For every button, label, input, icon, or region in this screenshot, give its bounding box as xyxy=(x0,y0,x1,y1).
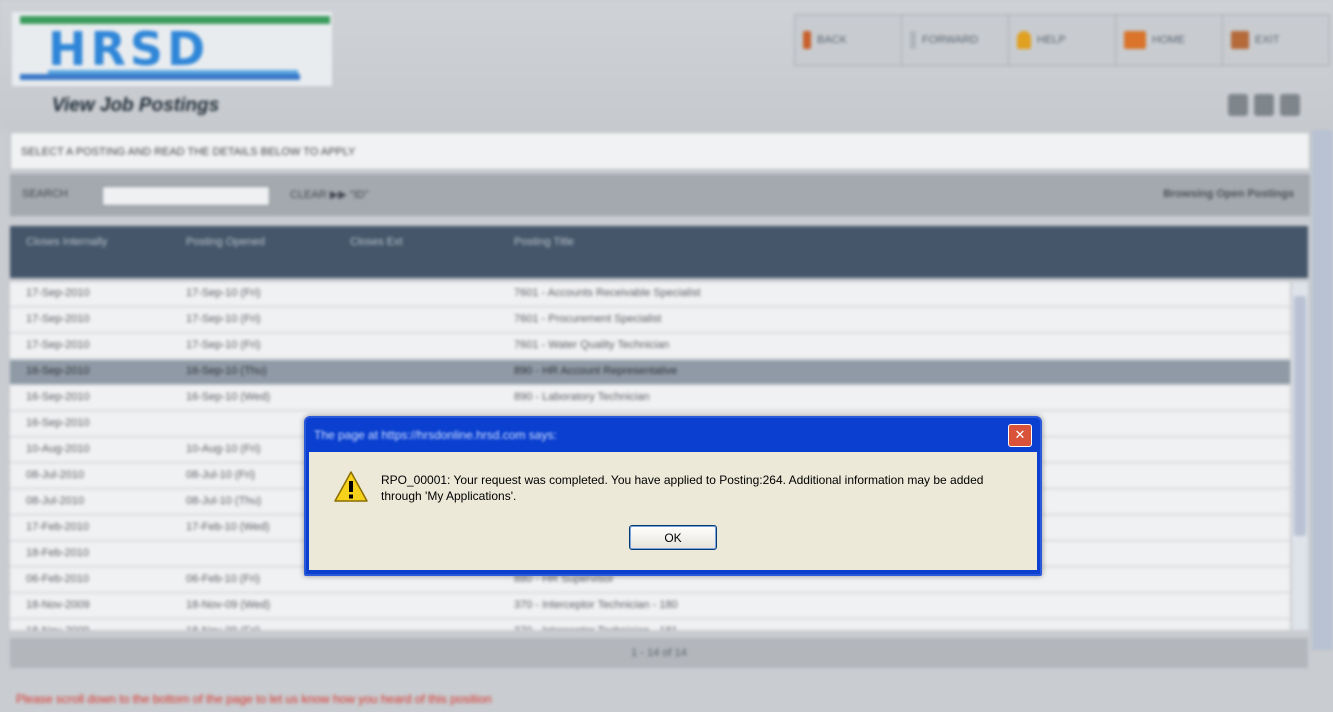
table-cell: 18-Nov-09 (Fri) xyxy=(186,625,261,630)
table-cell: 7601 - Water Quality Technician xyxy=(514,339,670,351)
table-cell: 370 - Interceptor Technician - 181 xyxy=(514,625,678,630)
table-row[interactable]: 18-Nov-2009 18-Nov-09 (Wed) 370 - Intercep… xyxy=(10,594,1290,619)
footer-note: Please scroll down to the bottom of the … xyxy=(16,692,492,706)
table-cell: 890 - HR Account Representative xyxy=(514,365,678,377)
table-cell: 17-Sep-10 (Fri) xyxy=(186,339,261,351)
table-row[interactable]: 17-Sep-2010 17-Sep-10 (Fri) 7601 - Account… xyxy=(10,282,1290,307)
table-cell: 17-Sep-2010 xyxy=(26,339,90,351)
table-row[interactable]: 16-Sep-2010 16-Sep-10 (Thu) 890 - HR Accou… xyxy=(10,360,1290,385)
help-icon xyxy=(1017,31,1031,49)
top-nav: BACK FORWARD HELP HOME EXIT xyxy=(794,14,1330,66)
table-cell: 16-Sep-2010 xyxy=(26,417,90,429)
user-icon[interactable] xyxy=(1280,94,1300,116)
close-icon[interactable]: ✕ xyxy=(1008,424,1032,447)
toolbar-icons xyxy=(1228,94,1300,116)
table-cell: 08-Jul-2010 xyxy=(26,469,85,481)
table-cell: 06-Feb-2010 xyxy=(26,573,89,585)
table-cell: 16-Sep-10 (Wed) xyxy=(186,391,271,403)
nav-home-button[interactable]: HOME xyxy=(1116,15,1223,65)
table-cell: 17-Sep-10 (Fri) xyxy=(186,313,261,325)
table-cell: 18-Nov-2009 xyxy=(26,599,90,611)
table-cell: 18-Feb-2010 xyxy=(26,547,89,559)
table-row[interactable]: 18-Nov-2009 18-Nov-09 (Fri) 370 - Intercep… xyxy=(10,620,1290,630)
table-cell: 08-Jul-10 (Fri) xyxy=(186,469,256,481)
table-row[interactable]: 16-Sep-2010 16-Sep-10 (Wed) 890 - Laborato… xyxy=(10,386,1290,411)
table-cell: 370 - Interceptor Technician - 180 xyxy=(514,599,678,611)
table-header: Closes Internally Posting Opened Closes … xyxy=(10,226,1308,278)
table-cell: 890 - Laboratory Technician xyxy=(514,391,650,403)
exit-icon xyxy=(1231,31,1249,49)
dialog-title: The page at https://hrsdonline.hrsd.com … xyxy=(314,428,557,442)
table-cell: 17-Sep-10 (Fri) xyxy=(186,287,261,299)
home-icon xyxy=(1124,31,1146,49)
pager: 1 - 14 of 14 xyxy=(10,638,1308,668)
table-cell: 10-Aug-10 (Fri) xyxy=(186,443,261,455)
search-bar: SEARCH CLEAR ▶▶ "ID" Browsing Open Posti… xyxy=(10,174,1310,216)
browse-label: Browsing Open Postings xyxy=(1163,188,1294,200)
search-input[interactable] xyxy=(102,186,270,206)
table-cell: 7601 - Procurement Specialist xyxy=(514,313,662,325)
table-cell: 18-Nov-09 (Wed) xyxy=(186,599,271,611)
warning-icon xyxy=(334,471,368,502)
table-cell: 17-Sep-2010 xyxy=(26,313,90,325)
table-cell: 7601 - Accounts Receivable Specialist xyxy=(514,287,701,299)
table-cell: 17-Feb-10 (Wed) xyxy=(186,521,270,533)
table-cell: 17-Sep-2010 xyxy=(26,287,90,299)
table-cell: 10-Aug-2010 xyxy=(26,443,90,455)
refresh-icon[interactable] xyxy=(1254,94,1274,116)
nav-help-button[interactable]: HELP xyxy=(1009,15,1116,65)
alert-dialog: The page at https://hrsdonline.hrsd.com … xyxy=(304,416,1042,576)
page-scrollbar[interactable] xyxy=(1312,130,1333,650)
table-cell: 08-Jul-10 (Thu) xyxy=(186,495,262,507)
col-posting-opened[interactable]: Posting Opened xyxy=(186,236,265,248)
col-closes-internally[interactable]: Closes Internally xyxy=(26,236,107,248)
app-header: HRSD View Job Postings BACK FORWARD HELP… xyxy=(0,0,1333,130)
ok-button[interactable]: OK xyxy=(629,525,717,550)
table-cell: 16-Sep-2010 xyxy=(26,365,90,377)
page-title: View Job Postings xyxy=(52,95,220,116)
table-cell: 06-Feb-10 (Fri) xyxy=(186,573,260,585)
col-posting-title[interactable]: Posting Title xyxy=(514,236,574,248)
table-cell: 17-Feb-2010 xyxy=(26,521,89,533)
dialog-body: RPO_00001: Your request was completed. Y… xyxy=(309,452,1037,570)
hrsd-logo: HRSD xyxy=(12,12,332,86)
table-scrollbar[interactable] xyxy=(1292,282,1308,630)
search-label: SEARCH xyxy=(22,188,68,200)
forward-arrow-icon xyxy=(910,31,916,49)
print-icon[interactable] xyxy=(1228,94,1248,116)
col-closes-ext[interactable]: Closes Ext xyxy=(350,236,403,248)
table-row[interactable]: 17-Sep-2010 17-Sep-10 (Fri) 7601 - Procure… xyxy=(10,308,1290,333)
nav-exit-button[interactable]: EXIT xyxy=(1223,15,1329,65)
nav-back-button[interactable]: BACK xyxy=(795,15,902,65)
table-cell: 16-Sep-2010 xyxy=(26,391,90,403)
search-controls[interactable]: CLEAR ▶▶ "ID" xyxy=(290,188,369,201)
table-cell: 16-Sep-10 (Thu) xyxy=(186,365,267,377)
table-cell: 08-Jul-2010 xyxy=(26,495,85,507)
dialog-message: RPO_00001: Your request was completed. Y… xyxy=(381,473,984,503)
back-arrow-icon xyxy=(803,31,811,49)
nav-forward-button[interactable]: FORWARD xyxy=(902,15,1009,65)
table-row[interactable]: 17-Sep-2010 17-Sep-10 (Fri) 7601 - Water Q… xyxy=(10,334,1290,359)
table-cell: 18-Nov-2009 xyxy=(26,625,90,630)
instruction-bar: SELECT A POSTING AND READ THE DETAILS BE… xyxy=(10,132,1310,170)
